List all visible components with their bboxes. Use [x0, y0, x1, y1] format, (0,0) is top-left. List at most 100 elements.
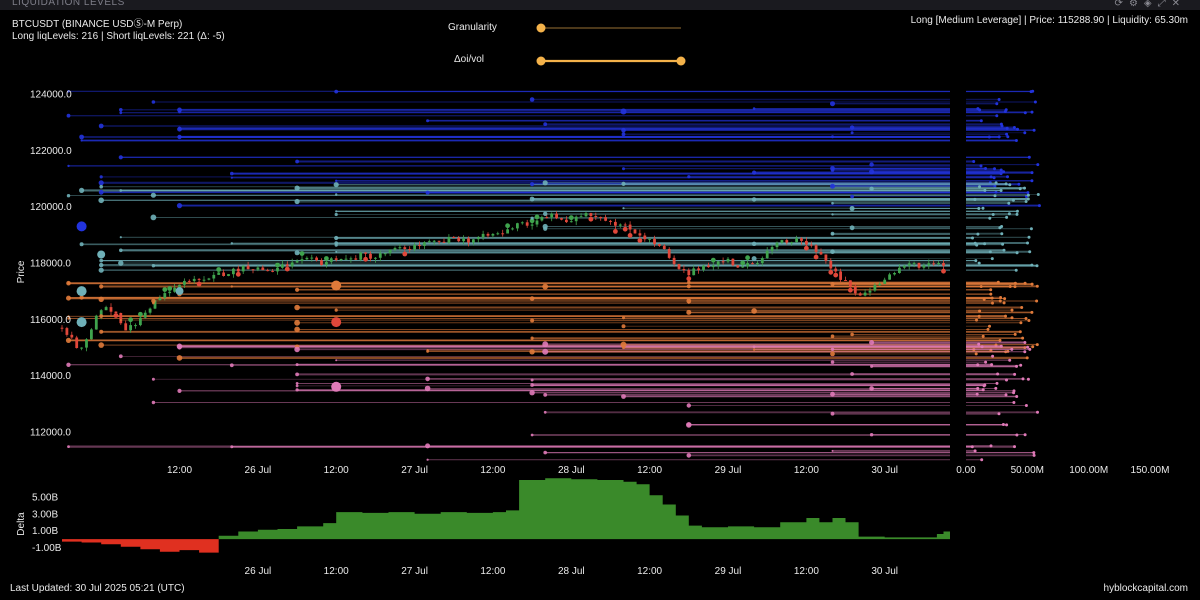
profile-bar-end: [1012, 401, 1016, 404]
candle-body: [217, 272, 221, 275]
candle-body: [863, 292, 867, 296]
liq-level-marker: [686, 403, 691, 408]
candle-body: [418, 245, 421, 246]
candle-body: [148, 308, 152, 313]
profile-bar-end: [1014, 139, 1018, 142]
candle-body: [614, 221, 617, 226]
trade-marker: [813, 254, 819, 260]
candle-body: [853, 286, 857, 294]
liq-level-marker: [850, 332, 854, 337]
liq-level-marker: [425, 443, 431, 449]
profile-bar-end: [1032, 453, 1036, 457]
delta-time-axis-tick: 12:00: [794, 566, 819, 577]
profile-bar-end: [971, 236, 974, 240]
candle-body: [809, 244, 813, 246]
candle-body: [775, 242, 779, 248]
candle-body: [814, 245, 818, 252]
liq-level-marker: [622, 167, 625, 171]
profile-bar-end: [1032, 451, 1036, 455]
candle-body: [261, 267, 265, 271]
profile-bar-end: [983, 242, 987, 246]
liq-level-marker: [530, 378, 534, 382]
liq-level-marker: [295, 384, 299, 388]
delta-axis-title: Delta: [16, 512, 27, 536]
liq-level-marker: [98, 197, 104, 204]
candle-body: [75, 337, 79, 348]
liq-level-marker: [67, 445, 70, 448]
trade-marker: [828, 269, 834, 275]
candle-body: [501, 233, 505, 235]
liq-level-marker: [98, 342, 104, 348]
liq-level-marker: [295, 388, 299, 392]
liq-level-marker: [751, 241, 757, 246]
time-axis-tick: 12:00: [324, 465, 349, 476]
liq-level-marker: [830, 249, 835, 254]
profile-bar-end: [1024, 404, 1028, 407]
delta-time-axis-tick: 12:00: [324, 566, 349, 577]
liq-level-marker: [295, 382, 299, 385]
profile-bar-end: [1018, 187, 1022, 191]
liq-level-marker: [230, 176, 233, 179]
liquidation-levels-chart[interactable]: 112000.0 114000.0 116000.0 118000.0 120000.0…: [0, 0, 1200, 600]
profile-bar-end: [1013, 372, 1017, 376]
candle-body: [315, 257, 318, 261]
liq-level-marker: [870, 364, 874, 368]
liq-level-marker: [752, 345, 756, 349]
profile-bar-end: [991, 301, 994, 305]
profile-bar-end: [1029, 227, 1033, 231]
profile-bar-end: [1013, 332, 1017, 336]
candle-body: [609, 220, 612, 222]
candle-body: [751, 263, 754, 265]
candle-body: [134, 325, 137, 327]
liq-level-marker: [99, 262, 104, 268]
profile-bar-end: [990, 257, 994, 261]
trade-marker: [534, 214, 540, 220]
liq-level-marker: [118, 155, 123, 160]
profile-bar-end: [1018, 330, 1022, 334]
profile-bar-end: [1030, 171, 1034, 175]
liq-cluster-marker: [97, 250, 106, 259]
candle-body: [227, 274, 230, 276]
liq-level-marker: [831, 135, 834, 139]
liq-level-marker: [335, 250, 338, 253]
liq-level-marker: [119, 189, 123, 192]
trade-marker: [622, 226, 628, 232]
candle-body: [158, 297, 162, 301]
granularity-slider-handle[interactable]: [536, 23, 546, 33]
trade-marker: [505, 223, 510, 229]
sliders[interactable]: [536, 23, 686, 66]
profile-bar-end: [1012, 391, 1016, 395]
profile-bar-end: [1030, 282, 1034, 286]
candle-body: [599, 217, 603, 218]
liq-level-marker: [621, 394, 626, 399]
candle-body: [540, 217, 544, 221]
oi-vol-slider-min-handle[interactable]: [536, 56, 546, 66]
delta-time-axis-tick: 27 Jul: [401, 566, 428, 577]
profile-bar-end: [1015, 212, 1019, 216]
liq-level-marker: [830, 282, 835, 287]
liq-level-marker: [869, 386, 874, 391]
liquidity-axis-tick: 50.00M: [1011, 465, 1044, 476]
liq-level-marker: [294, 346, 300, 353]
trade-marker: [637, 238, 643, 243]
liq-level-marker: [229, 363, 234, 368]
candle-body: [888, 274, 891, 280]
delta-positive-area: [218, 478, 950, 540]
oi-vol-slider-max-handle[interactable]: [676, 56, 686, 66]
candle-body: [824, 254, 828, 261]
liq-level-marker: [150, 192, 156, 198]
trade-marker: [138, 311, 143, 317]
profile-bar-end: [995, 114, 999, 118]
candle-body: [300, 259, 304, 261]
trade-marker: [167, 286, 173, 291]
candle-body: [139, 317, 142, 326]
candle-body: [168, 291, 172, 294]
candle-body: [658, 244, 661, 246]
profile-bar-end: [1027, 235, 1031, 239]
liq-level-marker: [79, 134, 84, 140]
liq-level-marker: [530, 182, 535, 187]
trade-marker: [196, 281, 202, 287]
profile-bar-end: [1001, 423, 1005, 426]
profile-bar-end: [982, 297, 986, 301]
profile-bar-end: [989, 292, 993, 296]
